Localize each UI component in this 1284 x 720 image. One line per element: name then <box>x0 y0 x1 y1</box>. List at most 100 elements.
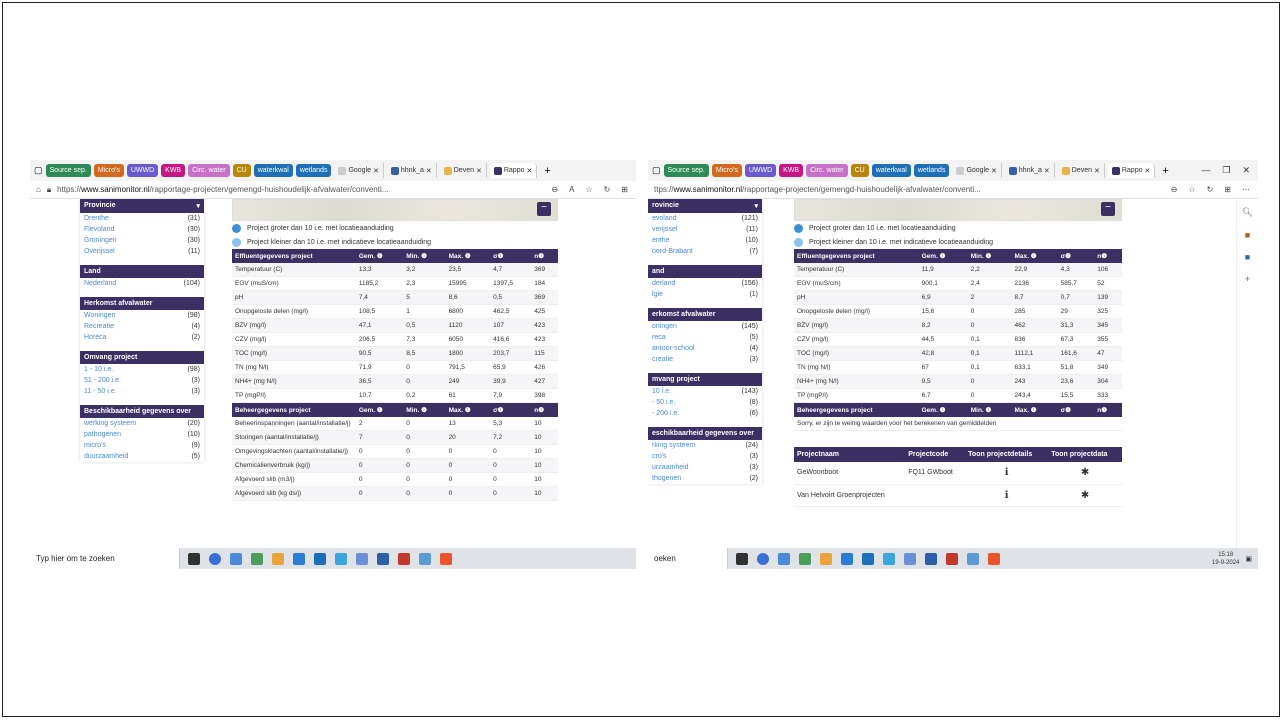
taskbar-app-icon[interactable] <box>188 552 200 565</box>
close-icon[interactable]: ✕ <box>1094 167 1100 175</box>
new-tab-icon[interactable]: + <box>1162 165 1168 177</box>
filter-item[interactable]: urzaamheid (3) <box>648 462 762 473</box>
taskbar-app-icon[interactable] <box>946 552 958 565</box>
url-text[interactable]: https://www.sanimonitor.nl/rapportage-pr… <box>57 185 388 194</box>
filter-item[interactable]: Overijssel (11) <box>80 246 204 257</box>
filter-item-label[interactable]: Horeca <box>84 333 107 342</box>
filter-item[interactable]: - 200 i.e. (6) <box>648 408 762 419</box>
favorite-1[interactable]: Micro's <box>711 164 742 177</box>
filter-item[interactable]: derland (156) <box>648 278 762 289</box>
read-aloud-icon[interactable]: A <box>569 185 574 194</box>
filter-item[interactable]: - 50 i.e. (8) <box>648 397 762 408</box>
favorite-5[interactable]: CU <box>850 164 869 177</box>
refresh-icon[interactable]: ↻ <box>604 185 611 194</box>
filter-item-label[interactable]: Recreatie <box>84 322 114 331</box>
more-icon[interactable]: ⋯ <box>1242 185 1250 194</box>
favorite-7[interactable]: wetlands <box>295 164 332 177</box>
favorite-3[interactable]: KWB <box>779 164 804 177</box>
favorite-3[interactable]: KWB <box>161 164 186 177</box>
taskbar-app-icon[interactable] <box>862 552 874 565</box>
filter-item[interactable]: 10 i.e. (143) <box>648 386 762 397</box>
favorite-6[interactable]: waterkwal <box>871 164 911 177</box>
browser-tab[interactable]: Deven ✕ <box>1058 163 1105 178</box>
taskbar-app-icon[interactable] <box>251 552 263 565</box>
home-icon[interactable]: ⌂ <box>36 185 41 194</box>
filter-item-label[interactable]: antoor-school <box>652 344 694 353</box>
close-icon[interactable]: ✕ <box>1145 167 1151 175</box>
taskbar-app-icon[interactable] <box>820 552 832 565</box>
filter-item[interactable]: micro's (9) <box>80 440 204 451</box>
asterisk-icon[interactable]: ✱ <box>1048 462 1122 485</box>
filter-item-label[interactable]: oningen <box>652 322 677 331</box>
favorite-2[interactable]: UWWD <box>126 164 159 177</box>
refresh-icon[interactable]: ↻ <box>1207 185 1214 194</box>
filter-item[interactable]: reca (5) <box>648 332 762 343</box>
filter-item-label[interactable]: - 200 i.e. <box>652 409 679 418</box>
filter-item[interactable]: 1 - 10 i.e. (98) <box>80 364 204 375</box>
filter-item-label[interactable]: lgie <box>652 290 663 299</box>
close-icon[interactable]: ✕ <box>1044 167 1050 175</box>
close-icon[interactable]: ✕ <box>991 167 997 175</box>
taskbar-app-icon[interactable] <box>398 552 410 565</box>
browser-tab[interactable]: Rappo ✕ <box>1107 163 1156 178</box>
filter-item-label[interactable]: duurzaamheid <box>84 452 128 461</box>
filter-item[interactable]: oningen (145) <box>648 321 762 332</box>
notification-icon[interactable]: ▣ <box>1245 555 1252 563</box>
taskbar-app-icon[interactable] <box>799 552 811 565</box>
window-icon[interactable]: ▢ <box>652 165 661 176</box>
filter-item-label[interactable]: pathogenen <box>84 430 121 439</box>
filter-item-label[interactable]: oord-Brabant <box>652 247 693 256</box>
filter-item[interactable]: rking systeem (24) <box>648 440 762 451</box>
taskbar-app-icon[interactable] <box>904 552 916 565</box>
filter-item-label[interactable]: thogenen <box>652 474 681 483</box>
filter-item-label[interactable]: derland <box>652 279 675 288</box>
filter-item-label[interactable]: cro's <box>652 452 667 461</box>
add-icon[interactable]: + <box>1245 274 1250 284</box>
filter-item[interactable]: 11 - 50 i.e. (3) <box>80 386 204 397</box>
filter-item[interactable]: oord-Brabant (7) <box>648 246 762 257</box>
filter-item[interactable]: pathogenen (10) <box>80 429 204 440</box>
briefcase-icon[interactable]: ■ <box>1245 230 1250 240</box>
favorite-4[interactable]: Circ. water <box>806 164 848 177</box>
filter-item[interactable]: cro's (3) <box>648 451 762 462</box>
browser-tab[interactable]: Rappo ✕ <box>489 163 538 178</box>
taskbar-search[interactable]: Typ hier om te zoeken <box>30 548 180 569</box>
info-icon[interactable]: ℹ <box>965 484 1049 507</box>
close-icon[interactable]: ✕ <box>527 167 533 175</box>
favorite-2[interactable]: UWWD <box>744 164 777 177</box>
taskbar-app-icon[interactable] <box>440 552 452 565</box>
collections-icon[interactable]: ⊞ <box>1224 185 1231 194</box>
filter-item[interactable]: evoland (121) <box>648 213 762 224</box>
filter-item[interactable]: werking systeem (20) <box>80 418 204 429</box>
zoom-out-button[interactable]: − <box>1101 202 1115 216</box>
browser-tab[interactable]: hhnk_a ✕ <box>387 163 437 178</box>
filter-item[interactable]: lgie (1) <box>648 289 762 300</box>
favorite-icon[interactable]: ☆ <box>1188 185 1195 194</box>
taskbar-app-icon[interactable] <box>230 552 242 565</box>
filter-item-label[interactable]: micro's <box>84 441 106 450</box>
browser-tab[interactable]: Google ✕ <box>334 163 384 178</box>
taskbar-app-icon[interactable] <box>883 552 895 565</box>
taskbar-app-icon[interactable] <box>314 552 326 565</box>
new-tab-icon[interactable]: + <box>544 165 550 177</box>
zoom-icon[interactable]: ⊖ <box>551 185 558 194</box>
favorite-6[interactable]: waterkwal <box>253 164 293 177</box>
map[interactable]: − <box>232 199 558 221</box>
taskbar-app-icon[interactable] <box>967 552 979 565</box>
outlook-icon[interactable]: ■ <box>1245 252 1250 262</box>
favorite-icon[interactable]: ☆ <box>585 185 592 194</box>
filter-item[interactable]: Recreatie (4) <box>80 321 204 332</box>
favorite-0[interactable]: Source sep. <box>45 164 91 177</box>
close-icon[interactable]: ✕ <box>373 167 379 175</box>
filter-item[interactable]: Groningen (30) <box>80 235 204 246</box>
filter-item-label[interactable]: evoland <box>652 214 677 223</box>
filter-item-label[interactable]: Nederland <box>84 279 116 288</box>
filter-item[interactable]: Woningen (98) <box>80 310 204 321</box>
taskbar-app-icon[interactable] <box>988 552 1000 565</box>
filter-item[interactable]: Horeca (2) <box>80 332 204 343</box>
favorite-7[interactable]: wetlands <box>913 164 950 177</box>
zoom-out-button[interactable]: − <box>537 202 551 216</box>
taskbar-app-icon[interactable] <box>419 552 431 565</box>
filter-item-label[interactable]: 11 - 50 i.e. <box>84 387 117 396</box>
favorite-4[interactable]: Circ. water <box>188 164 230 177</box>
